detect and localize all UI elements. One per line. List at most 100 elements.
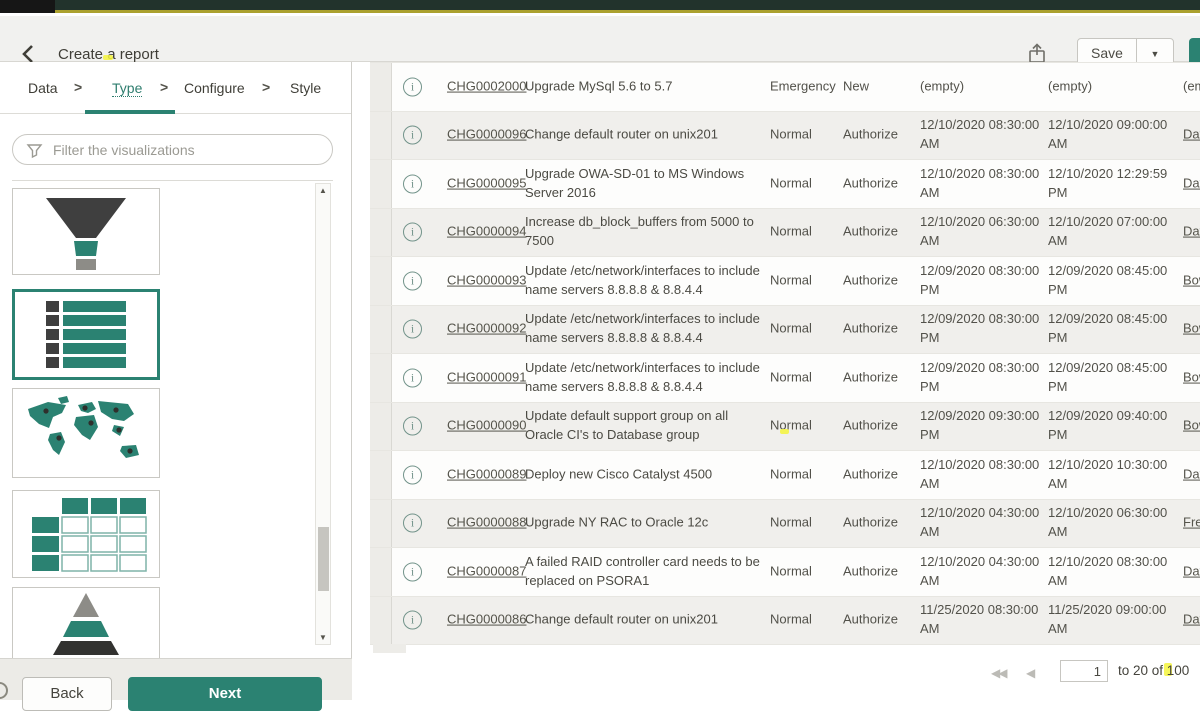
change-number-link[interactable]: CHG0000096 xyxy=(447,126,521,145)
row-left-strip xyxy=(370,500,392,548)
assignee-link[interactable]: Dav xyxy=(1183,562,1200,581)
priority-value: Emergency xyxy=(770,77,838,96)
info-icon[interactable]: i xyxy=(403,562,422,581)
list-divider xyxy=(12,180,333,181)
row-remnant xyxy=(373,644,406,653)
short-description: Update /etc/network/interfaces to includ… xyxy=(525,262,763,300)
assignee-link[interactable]: Dav xyxy=(1183,465,1200,484)
change-number-link[interactable]: CHG0000091 xyxy=(447,368,521,387)
info-icon[interactable]: i xyxy=(403,271,422,290)
priority-value: Normal xyxy=(770,368,838,387)
change-number-link[interactable]: CHG0000088 xyxy=(447,514,521,533)
table-row: i CHG0000095 Upgrade OWA-SD-01 to MS Win… xyxy=(370,160,1200,209)
change-number-link[interactable]: CHG0000092 xyxy=(447,320,521,339)
assignee-link[interactable]: Bow xyxy=(1183,271,1200,290)
state-value: Authorize xyxy=(843,223,913,242)
top-bar-corner xyxy=(0,0,55,13)
change-number-link[interactable]: CHG0000090 xyxy=(447,417,521,436)
scrollbar-thumb[interactable] xyxy=(318,527,329,591)
assignee-link[interactable]: Bow xyxy=(1183,320,1200,339)
assignee-link[interactable]: Dav xyxy=(1183,611,1200,630)
planned-end-date: 12/10/2020 10:30:00 AM xyxy=(1048,456,1172,494)
short-description: Change default router on unix201 xyxy=(525,611,763,630)
scroll-down-icon[interactable]: ▼ xyxy=(316,633,330,642)
assignee-link[interactable]: Dav xyxy=(1183,174,1200,193)
planned-start-date: 12/09/2020 08:30:00 PM xyxy=(920,262,1044,300)
state-value: Authorize xyxy=(843,174,913,193)
priority-value: Normal xyxy=(770,562,838,581)
wizard-step-type[interactable]: Type xyxy=(112,80,142,97)
assignee-link[interactable]: Dav xyxy=(1183,223,1200,242)
assignee-link[interactable]: Fred xyxy=(1183,514,1200,533)
table-row: i CHG0000090 Update default support grou… xyxy=(370,403,1200,452)
planned-end-date: 12/09/2020 08:45:00 PM xyxy=(1048,359,1172,397)
planned-start-date: 12/09/2020 09:30:00 PM xyxy=(920,407,1044,445)
short-description: Change default router on unix201 xyxy=(525,126,763,145)
priority-value: Normal xyxy=(770,174,838,193)
info-icon[interactable]: i xyxy=(403,465,422,484)
viz-option-world-map[interactable] xyxy=(12,388,160,478)
back-button[interactable]: Back xyxy=(22,677,112,711)
priority-value: Normal xyxy=(770,223,838,242)
row-left-strip xyxy=(370,160,392,208)
planned-end-date: (empty) xyxy=(1048,77,1172,96)
planned-start-date: 12/09/2020 08:30:00 PM xyxy=(920,359,1044,397)
info-icon[interactable]: i xyxy=(403,223,422,242)
assignee-link[interactable]: Dav xyxy=(1183,126,1200,145)
change-number-link[interactable]: CHG0000093 xyxy=(447,271,521,290)
first-page-icon[interactable]: ◀◀ xyxy=(991,666,1005,680)
info-icon[interactable]: i xyxy=(403,417,422,436)
planned-end-date: 12/09/2020 08:45:00 PM xyxy=(1048,262,1172,300)
wizard-step-configure[interactable]: Configure xyxy=(184,80,245,96)
change-number-link[interactable]: CHG0000095 xyxy=(447,174,521,193)
wizard-step-data[interactable]: Data xyxy=(28,80,58,96)
change-number-link[interactable]: CHG0000094 xyxy=(447,223,521,242)
table-row: i CHG0000094 Increase db_block_buffers f… xyxy=(370,209,1200,258)
change-number-link[interactable]: CHG0000087 xyxy=(447,562,521,581)
row-left-strip xyxy=(370,451,392,499)
state-value: Authorize xyxy=(843,562,913,581)
change-number-link[interactable]: CHG0000089 xyxy=(447,465,521,484)
priority-value: Normal xyxy=(770,465,838,484)
viz-option-pyramid-chart[interactable] xyxy=(12,587,160,662)
world-map-icon xyxy=(16,393,156,473)
assignee-link[interactable]: Bow xyxy=(1183,368,1200,387)
chevron-right-icon: > xyxy=(74,79,82,95)
change-number-link[interactable]: CHG0000086 xyxy=(447,611,521,630)
row-left-strip xyxy=(370,597,392,645)
info-icon[interactable]: i xyxy=(403,320,422,339)
info-icon[interactable]: i xyxy=(403,174,422,193)
viz-option-list[interactable] xyxy=(12,289,160,380)
viz-option-funnel-chart[interactable] xyxy=(12,188,160,275)
next-button[interactable]: Next xyxy=(128,677,322,711)
planned-end-date: 12/10/2020 09:00:00 AM xyxy=(1048,116,1172,154)
viz-list-scrollbar[interactable]: ▲ ▼ xyxy=(315,183,331,645)
assignee-link[interactable]: (empty) xyxy=(1183,77,1200,96)
table-row: i CHG0000087 A failed RAID controller ca… xyxy=(370,548,1200,597)
wizard-breadcrumb: Data > Type > Configure > Style xyxy=(0,62,351,114)
filter-input[interactable] xyxy=(51,138,321,161)
prev-page-icon[interactable]: ◀ xyxy=(1026,666,1035,680)
table-row: i CHG0002000 Upgrade MySql 5.6 to 5.7 Em… xyxy=(370,63,1200,112)
info-icon[interactable]: i xyxy=(403,77,422,96)
planned-end-date: 12/10/2020 06:30:00 AM xyxy=(1048,504,1172,542)
viz-option-table[interactable] xyxy=(12,490,160,578)
page-number-input[interactable] xyxy=(1060,660,1108,682)
info-icon[interactable]: i xyxy=(403,514,422,533)
priority-value: Normal xyxy=(770,320,838,339)
scroll-up-icon[interactable]: ▲ xyxy=(316,186,330,195)
app-header: Create a report Save ▼ xyxy=(0,16,1200,62)
browser-top-bar xyxy=(0,0,1200,13)
assignee-link[interactable]: Bow xyxy=(1183,417,1200,436)
info-icon[interactable]: i xyxy=(403,368,422,387)
info-icon[interactable]: i xyxy=(403,611,422,630)
change-number-link[interactable]: CHG0002000 xyxy=(447,77,521,96)
planned-start-date: 12/10/2020 04:30:00 AM xyxy=(920,553,1044,591)
info-icon[interactable]: i xyxy=(403,126,422,145)
report-type-panel: Data > Type > Configure > Style xyxy=(0,62,352,700)
planned-start-date: 12/10/2020 08:30:00 AM xyxy=(920,165,1044,203)
table-row: i CHG0000092 Update /etc/network/interfa… xyxy=(370,306,1200,355)
table-row: i CHG0000096 Change default router on un… xyxy=(370,112,1200,161)
planned-end-date: 12/10/2020 07:00:00 AM xyxy=(1048,213,1172,251)
wizard-step-style[interactable]: Style xyxy=(290,80,321,96)
